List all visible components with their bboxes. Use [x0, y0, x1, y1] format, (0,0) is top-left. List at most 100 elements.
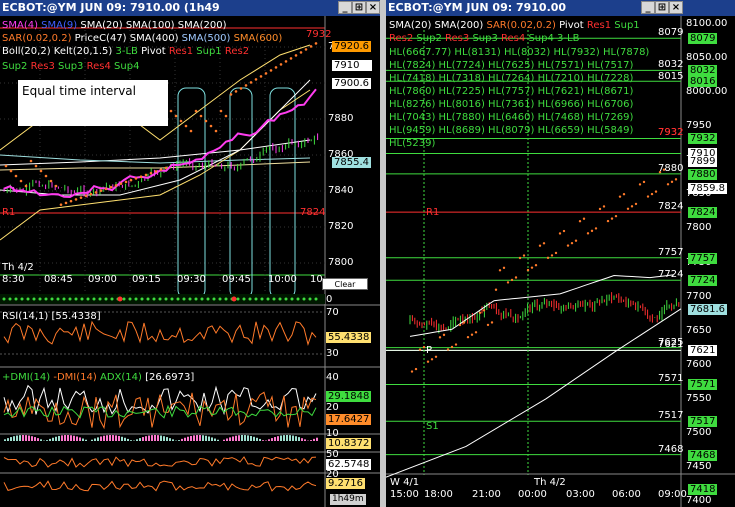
right-level-badge: 8032 — [688, 65, 718, 77]
hist-bar — [7, 438, 9, 441]
right-time-tick: 18:00 — [424, 489, 453, 500]
left-chart-window[interactable]: ECBOT:@YM JUN 09: 7910.00 (1h49 _ ⊞ × SM… — [0, 0, 380, 507]
sar-dot — [626, 207, 630, 211]
right-price-tick: 8100.00 — [686, 18, 728, 29]
adx-line — [3, 404, 317, 419]
clear-lines-button[interactable]: Clear Lines — [322, 278, 368, 300]
hist-bar — [271, 438, 273, 441]
signal-dot — [200, 297, 204, 301]
sar-dot — [294, 54, 298, 57]
sar-dot — [538, 244, 542, 247]
sar-dot — [204, 119, 208, 123]
right-price-tick: 7650 — [686, 324, 712, 336]
hist-bar — [244, 435, 246, 441]
hist-bar — [226, 438, 228, 441]
sar-dot — [546, 256, 550, 260]
sar-dot — [494, 288, 498, 291]
hist-bar — [187, 436, 189, 441]
left-chart-canvas[interactable] — [0, 0, 380, 507]
hist-bar — [127, 438, 129, 441]
sar-dot — [34, 164, 38, 168]
hist-bar — [160, 435, 162, 441]
hist-bar — [247, 435, 249, 441]
right-level-badge: 7880 — [688, 168, 718, 180]
hist-bar — [40, 439, 42, 441]
hist-bar — [100, 436, 102, 441]
sar-dot — [119, 182, 123, 185]
signal-dot-red — [231, 296, 237, 302]
sar-dot — [164, 166, 168, 170]
signal-dot — [26, 297, 30, 301]
hist-bar — [298, 437, 300, 441]
sar-dot — [498, 269, 502, 272]
right-date-label: W 4/1 — [390, 477, 420, 488]
hist-bar — [82, 438, 84, 441]
sar-dot — [638, 183, 642, 186]
duration-label: 1h49m — [330, 494, 366, 505]
hist-bar — [124, 437, 126, 441]
sar-dot — [618, 195, 622, 198]
sar-dot — [139, 175, 143, 178]
sar-dot — [24, 184, 28, 188]
hist-bar — [19, 435, 21, 441]
hl-line-row: HL(7860) HL(7225) HL(7757) HL(7621) HL(8… — [389, 86, 634, 97]
sar-dot — [590, 229, 594, 233]
sar-dot — [454, 343, 458, 346]
left-indicators-row2: SAR(0.02,0.2) PriceC(47) SMA(400) SMA(50… — [2, 33, 283, 44]
sar-dot — [224, 114, 228, 118]
hist-bar — [76, 436, 78, 441]
right-level-badge: 7571 — [688, 379, 718, 391]
sar-dot — [654, 190, 658, 193]
right-level-badge: 7517 — [688, 416, 718, 428]
sar-dot — [442, 333, 446, 337]
right-time-tick: 15:00 — [390, 489, 419, 500]
sar-dot — [426, 360, 430, 363]
hist-bar — [295, 436, 297, 441]
left-time-tick: 10 — [310, 274, 323, 285]
sar-dot — [586, 232, 590, 235]
sar-dot — [229, 93, 233, 96]
signal-dot — [146, 297, 150, 301]
hist-bar — [145, 436, 147, 441]
hist-bar — [214, 438, 216, 441]
sar-dot — [646, 195, 650, 198]
hist-bar — [235, 435, 237, 441]
signal-dot — [140, 297, 144, 301]
signal-strip — [0, 294, 325, 304]
hist-bar — [67, 435, 69, 441]
sar-dot — [289, 57, 293, 60]
sar-dot — [314, 42, 318, 45]
hist-bar — [157, 435, 159, 441]
rsi-line — [3, 320, 317, 347]
left-price-label: 7824 — [300, 207, 326, 218]
signal-dot — [302, 297, 306, 301]
right-level-badge: 7724 — [688, 275, 718, 287]
hist-bar — [238, 435, 240, 441]
sar-dot — [89, 192, 93, 196]
sar-dot — [169, 109, 173, 113]
hist-bar — [154, 435, 156, 441]
hist-bar — [85, 439, 87, 441]
sar-dot — [149, 171, 153, 175]
sar-dot — [99, 189, 103, 192]
hist-bar — [196, 435, 198, 441]
hist-bar — [211, 437, 213, 441]
sar-dot — [59, 203, 63, 206]
hist-bar — [166, 437, 168, 441]
sar-dot — [234, 90, 238, 93]
hist-bar — [178, 440, 180, 441]
hist-bar — [250, 435, 252, 441]
osc-value-label: 10.8372 — [326, 438, 372, 449]
signal-dot — [2, 297, 6, 301]
sar-dot — [279, 63, 283, 66]
sar-dot — [502, 266, 506, 270]
sar-dot — [466, 335, 470, 339]
signal-dot — [278, 297, 282, 301]
sar-dot — [574, 239, 578, 242]
signal-dot — [50, 297, 54, 301]
right-chart-window[interactable]: ECBOT:@YM JUN 09: 7910.00 _ ⊞ × SMA(20) … — [386, 0, 735, 507]
hist-bar — [121, 436, 123, 441]
sar-dot — [134, 177, 138, 180]
signal-dot — [284, 297, 288, 301]
hist-bar — [205, 435, 207, 441]
